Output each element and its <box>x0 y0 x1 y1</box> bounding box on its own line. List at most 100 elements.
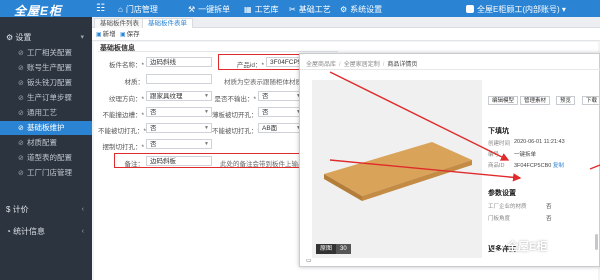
nav-item-library[interactable]: ▦ 工艺库 <box>244 4 279 15</box>
nav-item-settings[interactable]: ⚙ 系统设置 <box>340 4 382 15</box>
toolbar: ▣新增 ▣保存 <box>92 28 600 41</box>
profile-select[interactable]: 否 ▼ <box>146 139 212 149</box>
chevron-down-icon: ▾ <box>80 34 84 41</box>
copy-link[interactable]: 复制 <box>553 163 564 169</box>
chevron-down-icon: ▼ <box>204 141 209 147</box>
product-id-label: 商品ID <box>488 163 505 169</box>
no-edge-label: 不能撞边槽：* <box>102 112 144 119</box>
store-icon: ⌂ <box>118 5 123 14</box>
gear-icon: ⚙ <box>6 33 16 42</box>
no-cut2-select[interactable]: AB面▼ <box>258 123 304 133</box>
product-title: 下填坑 <box>488 128 509 135</box>
no-cut-label: 不能被切打孔：* <box>98 128 147 135</box>
sidebar-item-account-config[interactable]: ⊘ 账号生产配置 <box>0 61 92 75</box>
plus-icon: ▣ <box>96 32 102 38</box>
link-icon: ⊘ <box>18 50 24 57</box>
monitor-icon[interactable]: ▭ <box>306 258 312 264</box>
sidebar-section-settings[interactable]: ⚙ 设置 ▾ <box>0 31 92 45</box>
material-input[interactable] <box>146 74 212 84</box>
no-edge-select[interactable]: 否 ▼ <box>146 107 212 117</box>
edit-model-button[interactable]: 编辑模型 <box>488 96 519 105</box>
save-button[interactable]: ▣保存 <box>120 30 140 39</box>
breadcrumb-item[interactable]: 全屋家居定制 <box>344 62 380 68</box>
link-icon: ⊘ <box>18 110 24 117</box>
library-icon: ▦ <box>244 5 252 14</box>
wood-board-image <box>324 142 472 201</box>
manage-assets-button[interactable]: 管理素材 <box>520 96 551 105</box>
param-value[interactable]: 否 <box>546 202 552 210</box>
tab-base-board-form[interactable]: 基础板件表单 <box>142 18 193 28</box>
product-id-value: 3F04FCP5CB0 复制 <box>514 163 564 169</box>
tab-bar: 基础板件列表 基础板件表单 <box>92 17 600 28</box>
sidebar-item-store-management[interactable]: ⊘ 工厂门店管理 <box>0 166 92 180</box>
avatar <box>466 5 474 13</box>
save-icon: ▣ <box>120 32 126 38</box>
sidebar-item-material-config[interactable]: ⊘ 材质配置 <box>0 136 92 150</box>
profile-label: 摆制切打孔：* <box>102 144 144 151</box>
param-label: 工厂企业的材质 <box>488 204 527 210</box>
nav-item-base-craft[interactable]: ✂ 基础工艺 <box>289 4 331 15</box>
breadcrumb: 全屋商品库 / 全屋家居定制 / 商品详情页 <box>306 62 418 68</box>
divider <box>98 51 338 52</box>
sidebar-item-general-craft[interactable]: ⊘ 通用工艺 <box>0 106 92 120</box>
sidebar-section-pricing[interactable]: $ 计价 ‹ <box>0 203 92 217</box>
sidebar-item-order-steps[interactable]: ⊘ 生产订单步骤 <box>0 91 92 105</box>
tab-base-board-list[interactable]: 基础板件列表 <box>94 18 145 28</box>
link-icon: ⊘ <box>18 65 24 72</box>
link-icon: ⊘ <box>18 95 24 102</box>
watermark: 全屋E柜 <box>490 238 547 254</box>
sidebar-item-factory-config[interactable]: ⊘ 工厂相关配置 <box>0 46 92 60</box>
param-value[interactable]: 否 <box>546 214 552 222</box>
breadcrumb-item[interactable]: 全屋商品库 <box>306 62 336 68</box>
gear-icon: ⚙ <box>340 5 348 14</box>
chevron-left-icon: ‹ <box>81 206 84 213</box>
split-icon: ⚒ <box>188 5 196 14</box>
user-menu[interactable]: 全屋E柜顾工(内部账号) ▾ <box>466 4 566 15</box>
download-button[interactable]: 下载 <box>582 96 600 105</box>
grid-icon[interactable]: ☷ <box>96 3 105 14</box>
sidebar-item-profile-config[interactable]: ⊘ 道型表的配置 <box>0 151 92 165</box>
created-time-label: 创建时间 <box>488 141 511 147</box>
chevron-down-icon: ▼ <box>204 109 209 115</box>
chevron-left-icon: ‹ <box>81 228 84 235</box>
part-name-input[interactable]: 边码斜线 <box>146 57 212 67</box>
sidebar-section-stats[interactable]: ◔ 统计信息 ‹ <box>0 225 92 239</box>
texture-select[interactable]: 跟家具纹理 ▼ <box>146 91 212 101</box>
new-button[interactable]: ▣新增 <box>96 30 116 39</box>
no-cut2-label: 不能被切打孔：* <box>212 128 261 135</box>
thin-part-label: 薄板被切开孔：* <box>212 112 261 119</box>
no-cut-select[interactable]: 否 ▼ <box>146 123 212 133</box>
link-icon: ⊘ <box>18 140 24 147</box>
thin-part-select[interactable]: 否▼ <box>258 107 304 117</box>
sidebar-item-cutter-config[interactable]: ⊘ 钣头铣刀配置 <box>0 76 92 90</box>
created-time-value: 2020-06-01 11:21:43 <box>514 139 565 145</box>
breadcrumb-current: 商品详情页 <box>387 62 418 68</box>
texture-label: 纹理方向：* <box>108 96 144 103</box>
material-label: 材质： <box>124 79 145 86</box>
chevron-down-icon: ▼ <box>204 125 209 131</box>
link-icon: ⊘ <box>18 155 24 162</box>
divider <box>300 69 600 70</box>
sidebar-item-base-board[interactable]: ⊘ 基础板维护 <box>0 121 92 135</box>
dollar-icon: $ <box>6 205 13 214</box>
product-detail-popup: 全屋商品库 / 全屋家居定制 / 商品详情页 原图 30 编辑模型 管理素材 预览 下载 … <box>299 53 600 267</box>
part-name-label: 板件名称：* <box>108 62 144 69</box>
tool-icon: ✂ <box>289 5 296 14</box>
hide-output-label: 是否不输出：* <box>214 96 256 103</box>
bottom-toolbar: ▭ <box>306 257 312 264</box>
top-bar: 全屋E柜 ☷ ⌂ 门店管理 ⚒ 一键拆单 ▦ 工艺库 ✂ 基础工艺 ⚙ 系统设置 全屋E柜… <box>0 0 600 18</box>
model-viewer[interactable]: 原图 30 <box>312 80 482 258</box>
wechat-icon <box>490 240 504 252</box>
link-icon: ⊘ <box>18 125 24 132</box>
link-icon: ⊘ <box>18 170 24 177</box>
code-label: 编号 <box>488 152 500 158</box>
view-badge[interactable]: 原图 30 <box>316 244 351 254</box>
chevron-down-icon: ▾ <box>561 5 566 14</box>
nav-item-store[interactable]: ⌂ 门店管理 <box>118 4 158 15</box>
hide-output-select[interactable]: 否▼ <box>258 91 304 101</box>
scrollbar[interactable] <box>595 234 598 250</box>
link-icon: ⊘ <box>18 80 24 87</box>
chevron-down-icon: ▼ <box>204 93 209 99</box>
preview-button[interactable]: 预览 <box>556 96 576 105</box>
nav-item-split[interactable]: ⚒ 一键拆单 <box>188 4 230 15</box>
